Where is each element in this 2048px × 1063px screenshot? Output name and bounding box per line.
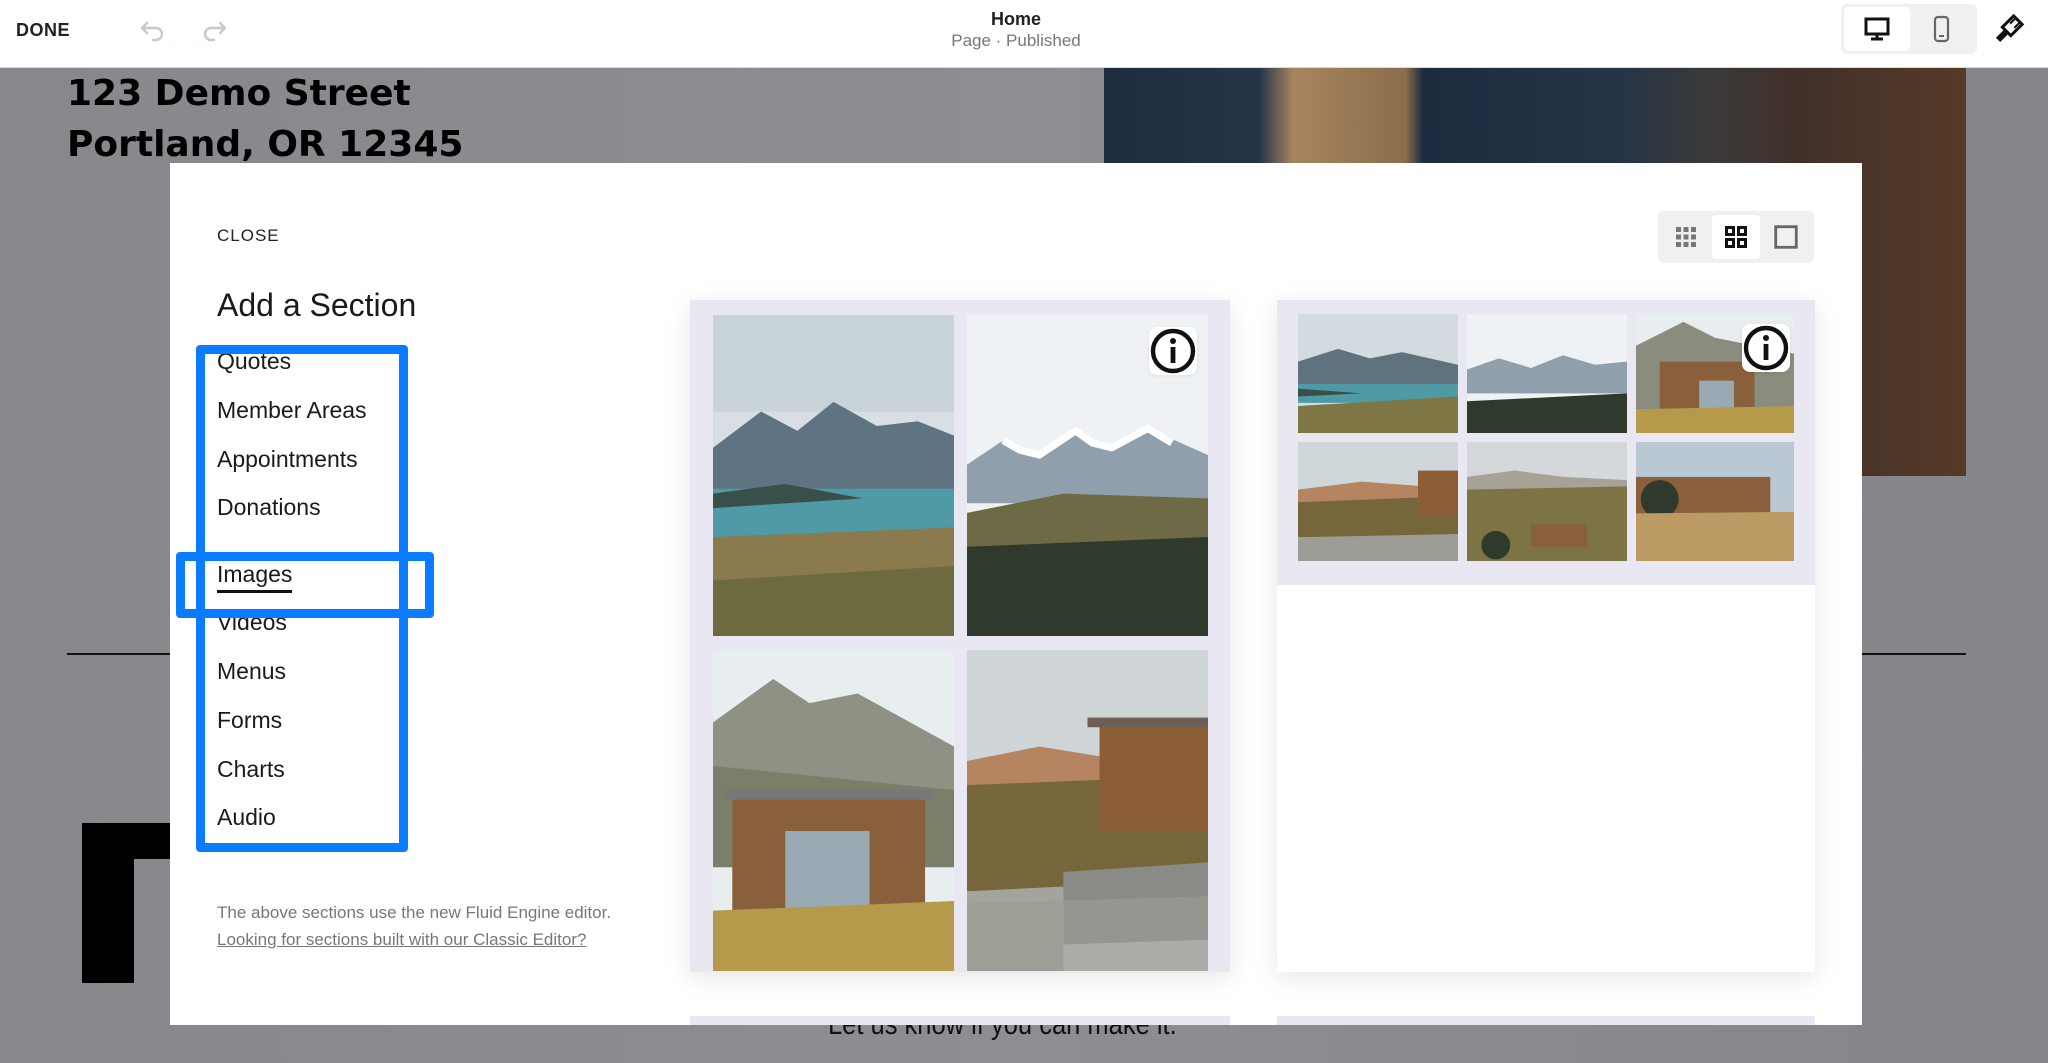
template-card-next[interactable] [1277,1016,1815,1025]
add-section-modal: CLOSE Add a Section Quotes Member Areas … [170,163,1862,1025]
template-image-cabin-steps [1298,442,1458,561]
note-text: The above sections use the new Fluid Eng… [217,903,612,922]
medium-grid-icon [1725,226,1747,248]
single-view-icon [1774,225,1798,249]
page-title: Home [990,9,1041,29]
divider-line [67,653,171,655]
category-videos[interactable]: Videos [217,609,287,636]
address-text: 123 Demo Street Portland, OR 12345 [67,68,463,170]
template-image-snowy-peaks [1467,314,1627,433]
small-grid-button[interactable] [1662,215,1710,259]
address-line-1: 123 Demo Street [67,73,411,114]
fluid-engine-note: The above sections use the new Fluid Eng… [217,899,617,953]
category-donations[interactable]: Donations [217,494,321,521]
template-image-snowy-peaks [967,315,1208,636]
template-image-cabin-mountain [713,650,954,971]
large-heading-letter [82,823,170,983]
info-icon [1743,325,1789,371]
template-card-3x2[interactable] [1277,300,1815,972]
paintbrush-icon[interactable] [1990,12,2026,48]
modal-title: Add a Section [217,287,417,323]
page-info[interactable]: Home Page · Published [0,8,2032,52]
template-card-2x2[interactable] [690,300,1230,972]
category-audio[interactable]: Audio [217,804,276,831]
editor-topbar: DONE Home Page · Published [0,0,2048,68]
template-image-lake [1298,314,1458,433]
close-button[interactable]: CLOSE [217,226,280,246]
template-image-lake [713,315,954,636]
small-grid-icon [1676,227,1696,247]
info-button[interactable] [1742,324,1790,372]
single-view-button[interactable] [1762,215,1810,259]
template-image-hillside-cabins [1467,442,1627,561]
info-button[interactable] [1149,327,1197,375]
desktop-icon [1864,17,1890,41]
classic-editor-link[interactable]: Looking for sections built with our Clas… [217,930,586,949]
category-images[interactable]: Images [217,561,293,593]
medium-grid-button[interactable] [1712,215,1760,259]
template-image-cabin-mountain [1636,314,1794,433]
template-card-next[interactable] [690,1016,1230,1025]
desktop-view-button[interactable] [1844,7,1910,51]
page-status: Page · Published [951,31,1081,50]
mobile-icon [1933,15,1950,43]
category-appointments[interactable]: Appointments [217,446,358,473]
category-quotes[interactable]: Quotes [217,348,291,375]
info-icon [1150,328,1196,374]
template-image-cabin-steps [967,650,1208,971]
view-size-toggle [1658,211,1814,263]
mobile-view-button[interactable] [1908,7,1974,51]
category-forms[interactable]: Forms [217,707,282,734]
highlight-box-images [176,552,434,618]
category-charts[interactable]: Charts [217,756,285,783]
divider-line [1862,653,1966,655]
category-member-areas[interactable]: Member Areas [217,397,367,424]
template-image-cabin-grassland [1636,442,1794,561]
device-toggle [1841,4,1977,54]
category-menus[interactable]: Menus [217,658,286,685]
